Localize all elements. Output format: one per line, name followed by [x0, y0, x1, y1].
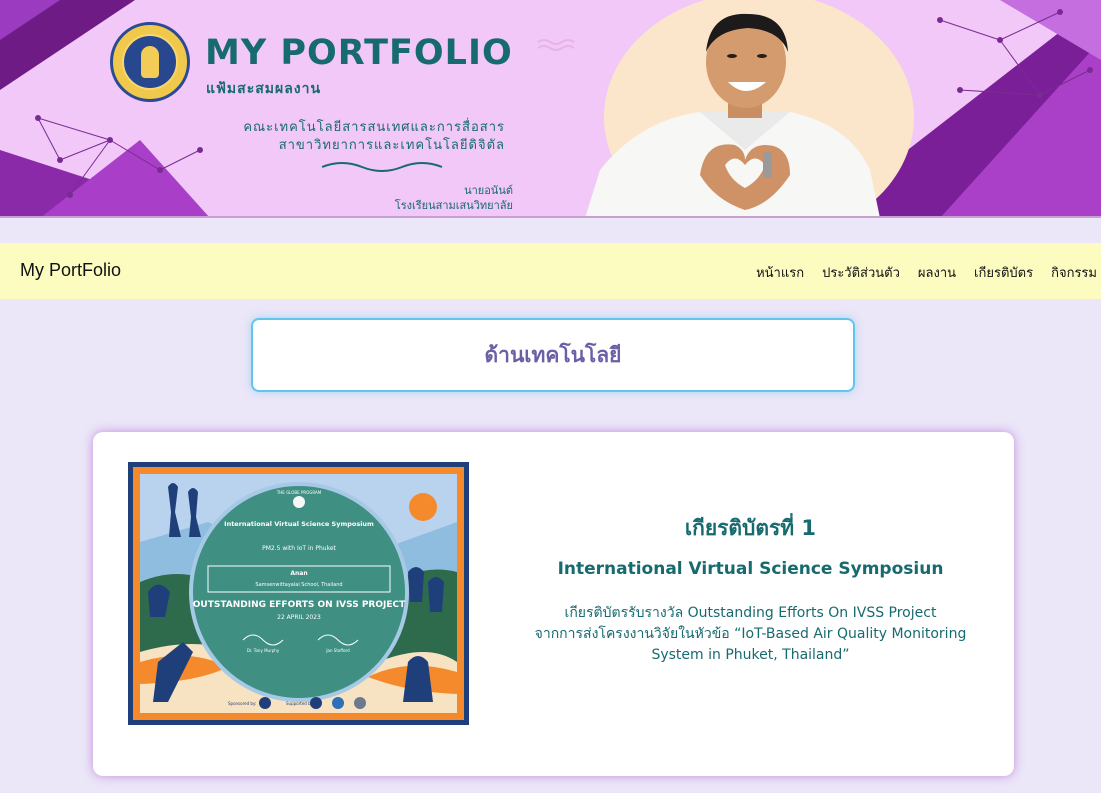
- description-line-1: เกียรติบัตรรับรางวัล Outstanding Efforts…: [564, 605, 937, 621]
- cert-supported-label: Supported by:: [286, 701, 314, 706]
- section-title-box: ด้านเทคโนโลยี: [251, 318, 855, 392]
- certificate-details: เกียรติบัตรที่ 1 International Virtual S…: [513, 512, 988, 666]
- cert-project: PM2.5 with IoT in Phuket: [262, 545, 336, 552]
- nav-link-certificates[interactable]: เกียรติบัตร: [974, 262, 1033, 283]
- cert-recipient: Anan: [290, 570, 307, 577]
- header-banner: MY PORTFOLIO แฟ้มสะสมผลงาน คณะเทคโนโลยีส…: [0, 0, 1101, 218]
- certificate-image[interactable]: THE GLOBE PROGRAM International Virtual …: [128, 462, 469, 725]
- cert-signer-2: Jan Stafford: [325, 648, 350, 653]
- navbar: My PortFolio หน้าแรก ประวัติส่วนตัว ผลงา…: [0, 243, 1101, 299]
- nav-link-home[interactable]: หน้าแรก: [756, 262, 804, 283]
- nav-link-activities[interactable]: กิจกรรม: [1051, 262, 1097, 283]
- cert-school: Samsenwittayalai School, Thailand: [255, 582, 342, 588]
- cert-event: International Virtual Science Symposium: [224, 520, 374, 528]
- student-photo: [585, 13, 880, 216]
- certificate-card: THE GLOBE PROGRAM International Virtual …: [93, 432, 1014, 776]
- certificate-description: เกียรติบัตรรับรางวัล Outstanding Efforts…: [513, 603, 988, 666]
- cert-org: THE GLOBE PROGRAM: [276, 490, 322, 495]
- nav-link-works[interactable]: ผลงาน: [918, 262, 956, 283]
- description-line-3: System in Phuket, Thailand”: [651, 647, 850, 663]
- nav-link-profile[interactable]: ประวัติส่วนตัว: [822, 262, 900, 283]
- cert-signer-1: Dr. Tony Murphy: [247, 648, 280, 653]
- nav-links: หน้าแรก ประวัติส่วนตัว ผลงาน เกียรติบัตร…: [756, 262, 1097, 283]
- cert-award: OUTSTANDING EFFORTS ON IVSS PROJECT: [193, 600, 406, 610]
- cert-date: 22 APRIL 2023: [277, 614, 321, 621]
- description-line-2: จากการส่งโครงงานวิจัยในหัวข้อ “IoT-Based…: [534, 626, 967, 642]
- navbar-brand[interactable]: My PortFolio: [20, 260, 121, 281]
- certificate-event-name: International Virtual Science Symposiun: [557, 559, 944, 579]
- section-title: ด้านเทคโนโลยี: [484, 342, 622, 367]
- certificate-heading: เกียรติบัตรที่ 1: [684, 516, 817, 540]
- cert-sponsored-label: Sponsored by:: [228, 701, 256, 706]
